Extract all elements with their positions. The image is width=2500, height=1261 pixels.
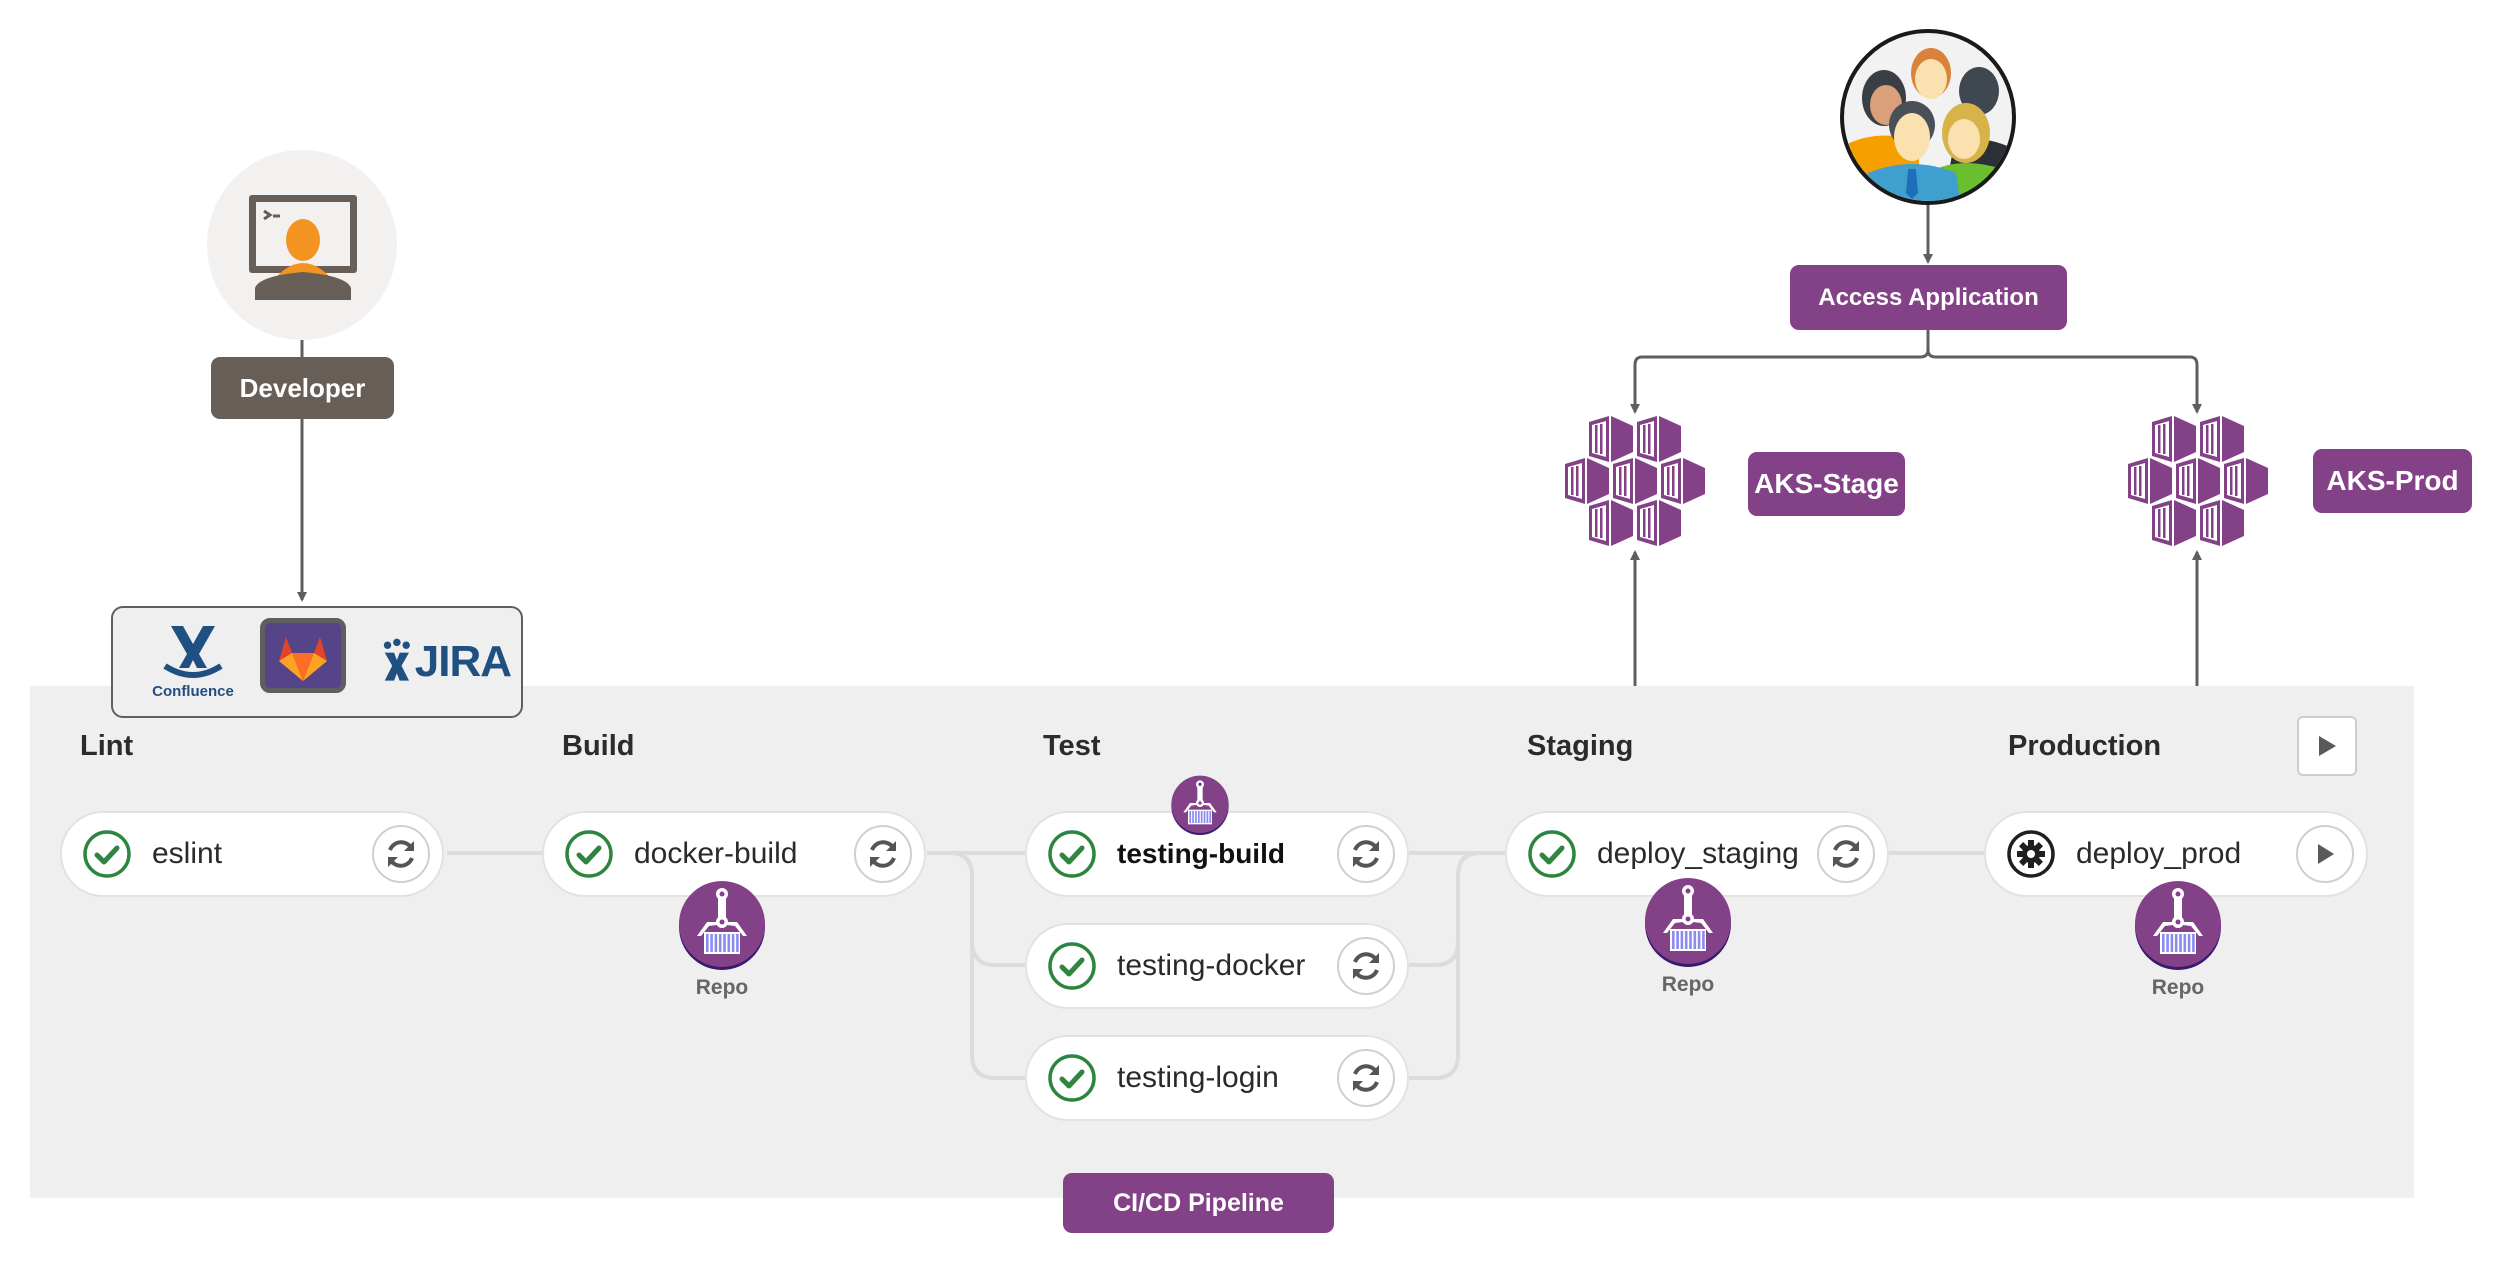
developer-label: Developer (211, 357, 394, 419)
confluence-icon (163, 626, 223, 678)
retry-icon (1353, 1064, 1379, 1092)
aks-stage-cluster (1543, 416, 1725, 550)
cicd-pipeline-label: CI/CD Pipeline (1063, 1173, 1334, 1233)
stage-title-build: Build (562, 730, 635, 762)
repo-badge-test (1170, 775, 1230, 835)
success-check-icon (565, 830, 613, 878)
tool-confluence[interactable]: Confluence (143, 622, 243, 706)
jira-label: JIRA (414, 637, 512, 686)
access-to-aks-stage (1630, 330, 1930, 414)
job-name: eslint (152, 837, 223, 870)
retry-button[interactable] (1817, 825, 1875, 883)
retry-icon (388, 840, 414, 868)
stage-title-lint: Lint (80, 730, 134, 762)
repo-label-staging: Repo (1661, 973, 1715, 996)
retry-icon (870, 840, 896, 868)
container-registry-icon (679, 881, 765, 970)
job-eslint[interactable]: eslint (60, 811, 444, 897)
success-check-icon (1528, 830, 1576, 878)
job-testing-login[interactable]: testing-login (1025, 1035, 1409, 1121)
retry-icon (1833, 840, 1859, 868)
aks-stage-label: AKS-Stage (1748, 452, 1905, 516)
production-stage-play-button[interactable] (2297, 716, 2357, 776)
stage-title-production: Production (2008, 730, 2162, 762)
jira-icon (383, 638, 410, 681)
retry-button[interactable] (372, 825, 430, 883)
success-check-icon (83, 830, 131, 878)
play-icon (2319, 736, 2336, 756)
job-name: deploy_staging (1597, 837, 1799, 870)
container-registry-icon (1645, 878, 1731, 967)
retry-button[interactable] (1337, 937, 1395, 995)
tool-gitlab[interactable] (260, 618, 346, 693)
kubernetes-service-icon (2128, 416, 2268, 546)
container-registry-icon (1171, 775, 1229, 835)
container-registry-icon (2135, 881, 2221, 970)
stage-title-staging: Staging (1527, 730, 1634, 762)
retry-button[interactable] (1337, 1049, 1395, 1107)
job-testing-docker[interactable]: testing-docker (1025, 923, 1409, 1009)
aks-prod-label: AKS-Prod (2313, 449, 2472, 513)
job-name: docker-build (634, 837, 798, 870)
developer-terminal-icon (249, 195, 357, 300)
job-name: testing-login (1117, 1061, 1279, 1094)
kubernetes-service-icon (1565, 416, 1705, 546)
repo-label-build: Repo (695, 976, 749, 999)
aks-prod-cluster (2106, 416, 2288, 550)
access-to-aks-prod (1926, 330, 2202, 414)
gitlab-icon (279, 637, 327, 681)
retry-button[interactable] (854, 825, 912, 883)
retry-icon (1353, 952, 1379, 980)
job-name: testing-docker (1117, 949, 1306, 982)
developer-avatar (207, 150, 397, 340)
success-check-icon (1048, 830, 1096, 878)
play-job-button[interactable] (2296, 825, 2354, 883)
job-name: deploy_prod (2076, 837, 2242, 870)
user-group-icon (1844, 48, 2012, 201)
confluence-label: Confluence (152, 683, 234, 700)
access-application-label: Access Application (1790, 265, 2067, 330)
retry-button[interactable] (1337, 825, 1395, 883)
success-check-icon (1048, 942, 1096, 990)
manual-gear-icon (2007, 830, 2055, 878)
repo-badge-production (2133, 880, 2223, 970)
repo-badge-build (677, 880, 767, 970)
play-icon (2318, 844, 2334, 864)
job-name: testing-build (1117, 838, 1285, 869)
users-avatar (1840, 29, 2016, 205)
success-check-icon (1048, 1054, 1096, 1102)
repo-badge-staging (1643, 877, 1733, 967)
retry-icon (1353, 840, 1379, 868)
tools-box: Confluence JIRA (111, 606, 523, 718)
stage-title-test: Test (1043, 730, 1101, 762)
repo-label-production: Repo (2151, 976, 2205, 999)
tool-jira[interactable]: JIRA (381, 632, 512, 692)
